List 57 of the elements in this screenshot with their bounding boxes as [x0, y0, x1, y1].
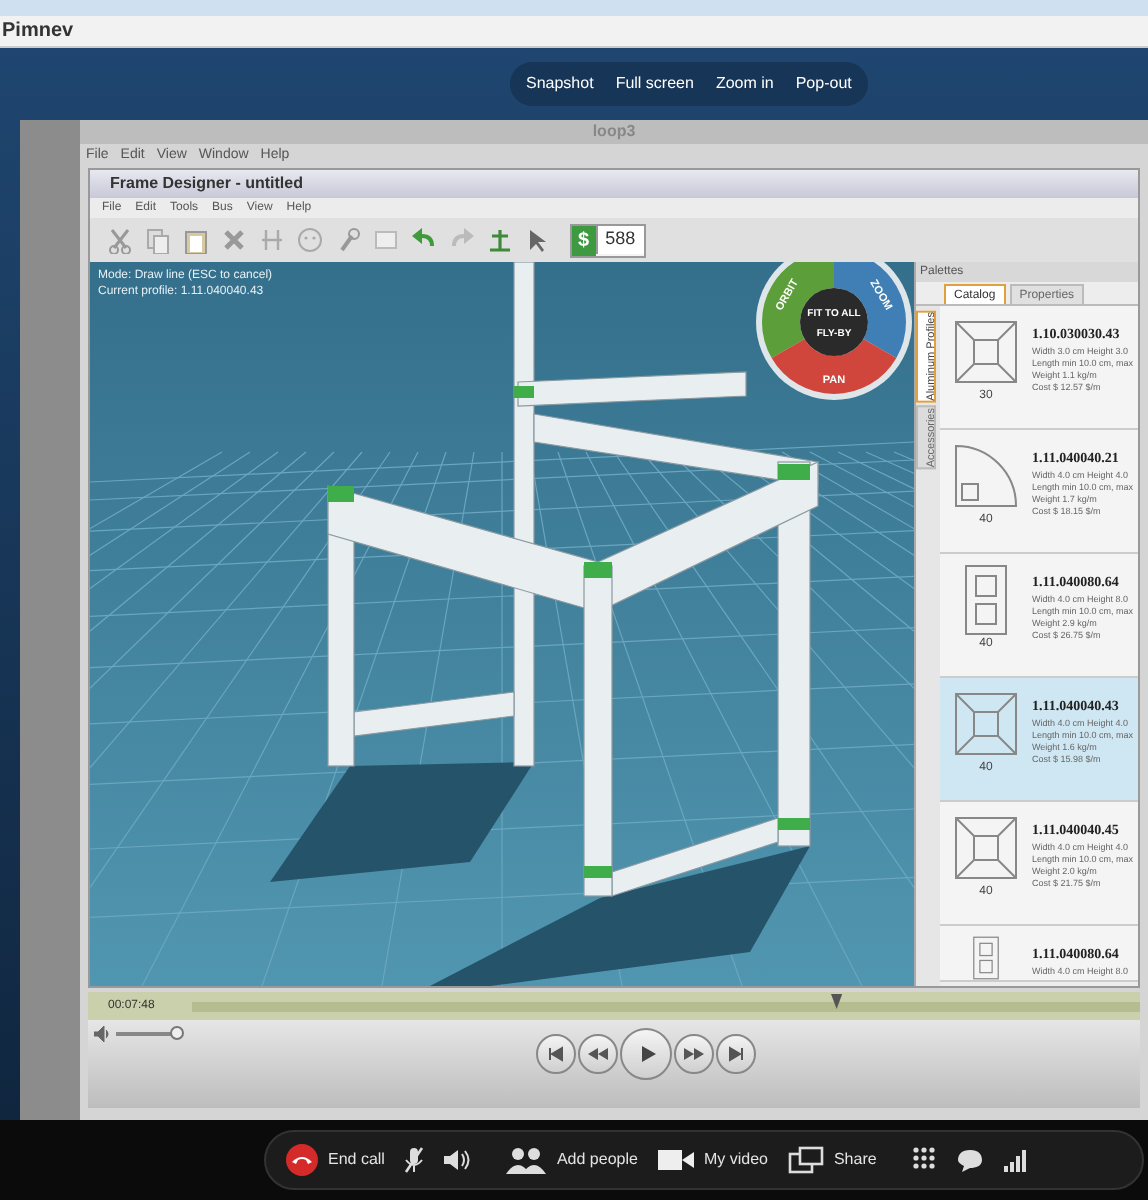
video-camera-icon — [657, 1148, 694, 1172]
joint-connector — [584, 866, 612, 878]
joint-connector — [328, 486, 354, 502]
joint-connector — [778, 464, 810, 480]
aluminum-beam[interactable] — [517, 371, 747, 407]
call-quality-button[interactable] — [1004, 1148, 1029, 1172]
profile-cross-section-icon — [950, 812, 1022, 884]
joint-connector — [584, 562, 612, 578]
chat-bubble-icon — [956, 1147, 985, 1173]
my-video-button[interactable]: My video — [657, 1148, 768, 1172]
profile-cross-section-icon — [950, 316, 1022, 388]
video-toolbar-button[interactable]: Pop-out — [785, 66, 862, 102]
play-button[interactable] — [620, 1028, 672, 1080]
app-title: Frame Designer - untitled — [110, 172, 303, 196]
speaker-button[interactable] — [444, 1148, 471, 1172]
video-toolbar-button[interactable]: Zoom in — [705, 66, 784, 102]
window-title: Pimnev — [2, 18, 74, 46]
rewind-button[interactable] — [578, 1034, 618, 1074]
frame-icon[interactable] — [486, 226, 514, 254]
end-call-icon — [286, 1144, 318, 1176]
seek-marker[interactable] — [830, 993, 843, 1009]
chat-button[interactable] — [956, 1147, 985, 1173]
mute-button[interactable] — [404, 1146, 425, 1174]
fast-forward-icon — [682, 1042, 706, 1066]
joint-connector — [778, 818, 810, 830]
volume-thumb[interactable] — [170, 1026, 184, 1040]
speaker-icon — [444, 1148, 471, 1172]
video-toolbar-button[interactable]: Full screen — [605, 66, 704, 102]
rewind-icon — [586, 1042, 610, 1066]
profile-cross-section-icon — [950, 440, 1022, 512]
share-screen-icon — [787, 1146, 824, 1174]
fast-forward-button[interactable] — [674, 1034, 714, 1074]
skip-back-button[interactable] — [536, 1034, 576, 1074]
price-value: 588 — [595, 226, 644, 254]
cut-icon[interactable] — [106, 226, 134, 254]
paste-icon[interactable] — [182, 226, 210, 254]
joint-connector — [514, 386, 534, 398]
aluminum-beam[interactable] — [611, 817, 779, 897]
share-button[interactable]: Share — [787, 1146, 877, 1174]
nav-wheel-center[interactable] — [800, 288, 868, 356]
delete-icon[interactable] — [220, 226, 248, 254]
people-icon — [506, 1146, 547, 1174]
currency-symbol: $ — [572, 225, 596, 255]
skip-forward-icon — [724, 1042, 748, 1066]
end-call-button[interactable]: End call — [286, 1144, 385, 1176]
skip-back-icon — [544, 1042, 568, 1066]
profile-cross-section-icon — [950, 688, 1022, 760]
skip-forward-button[interactable] — [716, 1034, 756, 1074]
muted-microphone-icon — [404, 1146, 425, 1174]
aluminum-beam[interactable] — [353, 691, 515, 737]
add-people-button[interactable]: Add people — [506, 1146, 638, 1174]
video-toolbar-button[interactable]: Snapshot — [516, 66, 604, 102]
volume-icon — [94, 1026, 112, 1042]
nav-wheel-segment[interactable] — [771, 339, 897, 394]
dialpad-icon — [912, 1146, 937, 1174]
signal-bars-icon — [1004, 1148, 1029, 1172]
dialpad-button[interactable] — [912, 1146, 937, 1174]
